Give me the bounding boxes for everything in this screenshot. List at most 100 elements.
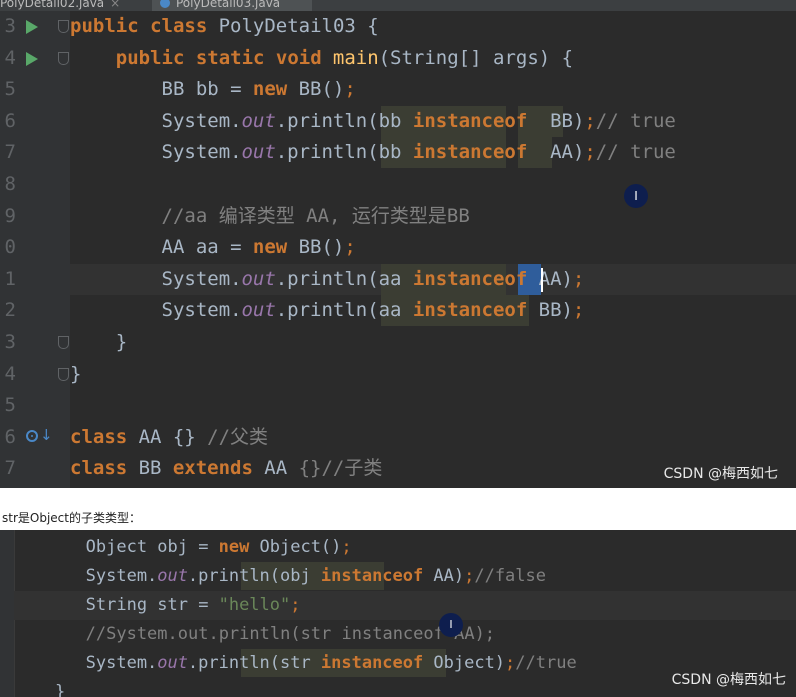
code-token: System. (70, 299, 242, 322)
code-token: ; (505, 653, 516, 673)
code-token: {}//子类 (298, 457, 383, 480)
code-line[interactable]: BB bb = new BB(); (70, 74, 796, 106)
code-token: public class (70, 15, 219, 37)
code-token: new (252, 236, 299, 259)
code-token: bb (378, 141, 413, 164)
gutter-line: 7 (0, 453, 70, 485)
code-token: public static void (70, 46, 334, 69)
code-token: new (252, 78, 299, 101)
code-token: ; (344, 236, 356, 259)
code-token: out (241, 299, 276, 322)
code-token: AA (264, 457, 299, 480)
code-token: BB (138, 457, 173, 480)
line-number: 1 (4, 267, 16, 290)
line-number: 9 (4, 204, 16, 227)
code-line[interactable]: class AA {} //父类 (70, 422, 796, 454)
text-caret (540, 267, 543, 292)
code-token: extends (172, 457, 265, 480)
code-line[interactable]: AA aa = new BB(); (70, 232, 796, 264)
code-line[interactable]: Object obj = new Object(); (14, 533, 796, 562)
code-line[interactable]: System. out .println(bb instanceof BB);// … (70, 105, 796, 138)
code-line[interactable]: public class PolyDetail03 { (70, 11, 796, 43)
code-line[interactable] (70, 390, 796, 422)
code-token: } (14, 682, 66, 697)
code-line[interactable]: System. out .println(obj instanceof AA);//… (14, 562, 796, 591)
code-token: ; (464, 566, 475, 586)
code-editor-bottom[interactable]: Object obj = new Object(); System. out .pr… (0, 530, 796, 697)
line-number: 3 (4, 15, 16, 37)
code-line[interactable]: System. out .println(aa instanceof AA); (70, 263, 796, 296)
gutter-line: 7 (0, 137, 70, 169)
code-token: //false (474, 566, 546, 586)
code-token: Object obj = (14, 537, 219, 557)
code-token: instanceof (412, 299, 539, 322)
line-number: 5 (4, 78, 16, 101)
code-token: System. (14, 566, 158, 586)
code-line[interactable] (70, 169, 796, 201)
caption-text: str是Object的子类类型： (2, 511, 141, 525)
code-token: System. (14, 653, 158, 673)
code-line[interactable]: String str = "hello"; (14, 591, 796, 620)
code-line[interactable]: System. out .println(aa instanceof BB); (70, 295, 796, 327)
run-icon[interactable] (26, 51, 38, 66)
line-number: 6 (4, 425, 16, 448)
code-token: new (218, 537, 260, 557)
code-token: class (70, 425, 139, 448)
close-icon[interactable]: × (110, 0, 120, 10)
code-token: System. (70, 109, 242, 132)
code-token: ) (494, 653, 506, 673)
watermark: CSDN @梅西如七 (671, 672, 786, 688)
tab-label: PolyDetail03.java (176, 0, 281, 10)
line-number: 5 (4, 394, 16, 417)
code-token: PolyDetail03 { (218, 15, 379, 37)
code-token: ; (341, 537, 352, 557)
code-token: //aa 编译类型 AA, 运行类型是BB (70, 204, 470, 227)
tab-polydetail02[interactable]: PolyDetail02.java × (0, 0, 150, 11)
line-number: 4 (4, 46, 16, 69)
gutter-line: 5 (0, 390, 70, 422)
fold-icon[interactable] (58, 51, 69, 65)
code-token: ; (290, 595, 301, 615)
gutter-line: 1 (0, 264, 92, 296)
code-token: System. (70, 267, 242, 290)
line-number: 6 (4, 109, 16, 132)
gutter-line: 4 (0, 359, 70, 391)
fold-icon[interactable] (58, 20, 69, 33)
code-token: out (157, 653, 188, 673)
code-token: // true (595, 109, 676, 132)
run-icon[interactable] (26, 20, 38, 34)
code-token: //System.out.println(str instanceof AA); (14, 624, 496, 644)
code-token: class (70, 457, 139, 480)
code-line[interactable]: } (70, 359, 796, 391)
code-editor-top[interactable]: PolyDetail02.java × PolyDetail03.java 3 4 5… (0, 0, 796, 488)
implemented-icon[interactable] (26, 429, 38, 442)
gutter-line: 6 (0, 106, 70, 138)
code-token: out (241, 141, 276, 164)
code-line[interactable]: //aa 编译类型 AA, 运行类型是BB (70, 201, 796, 233)
mouse-cursor-icon: I (624, 184, 648, 208)
code-area[interactable]: public class PolyDetail03 { public stati… (70, 11, 796, 488)
code-token: "hello" (218, 595, 291, 615)
code-line[interactable]: } (70, 327, 796, 359)
fold-icon[interactable] (58, 367, 69, 381)
code-line[interactable]: //System.out.println(str instanceof AA); (14, 620, 796, 649)
code-token: main (332, 46, 379, 69)
code-token: aa (378, 299, 413, 322)
code-token: AA (138, 425, 173, 448)
mouse-cursor-icon: I (439, 613, 463, 637)
tab-polydetail03[interactable]: PolyDetail03.java (152, 0, 312, 11)
code-line[interactable]: System. out .println(bb instanceof AA);// … (70, 137, 796, 169)
code-token: instanceof (320, 566, 434, 586)
code-token: } (70, 362, 82, 385)
code-token: out (157, 566, 188, 586)
gutter-line: 0 (0, 232, 70, 264)
code-token: ) (561, 267, 573, 290)
code-token: out (241, 267, 276, 290)
code-token: System. (70, 141, 242, 164)
code-token: .println( (275, 109, 379, 132)
gutter-line: 8 (0, 169, 70, 201)
code-token: //true (515, 653, 577, 673)
code-line[interactable]: public static void main (String[] args) { (70, 43, 796, 75)
code-token: obj (279, 566, 321, 586)
fold-icon[interactable] (58, 336, 69, 349)
